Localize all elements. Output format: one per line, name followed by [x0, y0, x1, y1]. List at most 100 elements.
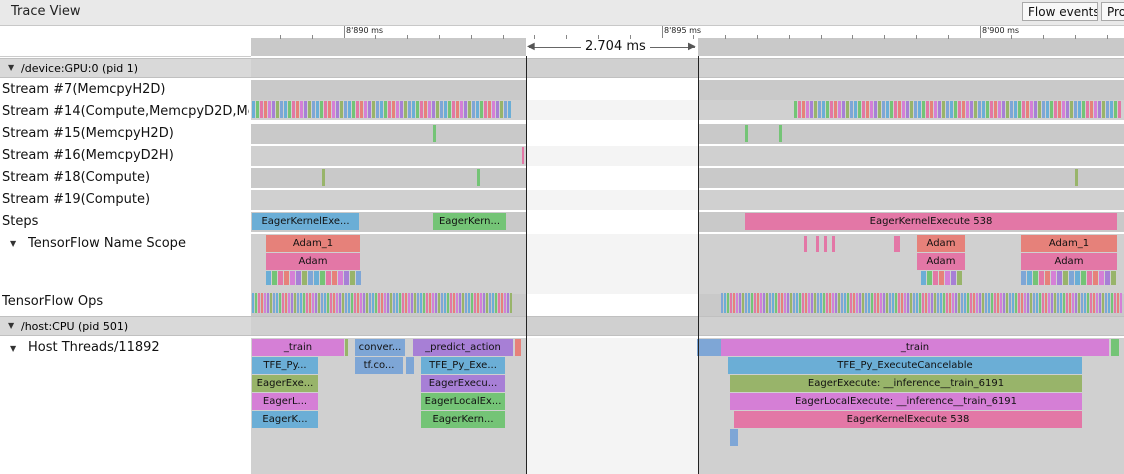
event-stripe[interactable]: [450, 293, 452, 313]
event-stripe[interactable]: [1072, 293, 1074, 313]
event-stripe[interactable]: [1051, 293, 1053, 313]
event-stripe[interactable]: [351, 293, 353, 313]
event-stripe[interactable]: [1039, 271, 1044, 285]
event-stripe[interactable]: [871, 293, 873, 313]
event-stripe[interactable]: [1066, 101, 1069, 118]
event-stripe[interactable]: [931, 293, 933, 313]
event-stripe[interactable]: [1075, 271, 1080, 285]
event-stripe[interactable]: [823, 293, 825, 313]
event-stripe[interactable]: [352, 101, 355, 118]
event-stripe[interactable]: [1090, 101, 1093, 118]
event-stripe[interactable]: [1102, 101, 1105, 118]
event-stripe[interactable]: [1030, 101, 1033, 118]
slice-steps[interactable]: EagerKernelExecute 538: [745, 213, 1117, 230]
slice-host[interactable]: EagerExecu...: [421, 375, 505, 392]
event-stripe[interactable]: [312, 293, 314, 313]
event-stripe[interactable]: [376, 101, 379, 118]
event-stripe[interactable]: [508, 101, 511, 118]
event-stripe[interactable]: [832, 293, 834, 313]
event-stripe[interactable]: [804, 236, 807, 252]
event-stripe[interactable]: [1074, 101, 1077, 118]
event-stripe[interactable]: [390, 293, 392, 313]
event-stripe[interactable]: [360, 101, 363, 118]
event-stripe[interactable]: [1111, 271, 1116, 285]
event-stripe[interactable]: [515, 339, 521, 356]
event-stripe[interactable]: [794, 101, 797, 118]
event-stripe[interactable]: [1093, 271, 1098, 285]
event-stripe[interactable]: [296, 271, 301, 285]
slice-host[interactable]: _train: [252, 339, 344, 356]
event-stripe[interactable]: [441, 293, 443, 313]
event-stripe[interactable]: [279, 293, 281, 313]
event-stripe[interactable]: [288, 293, 290, 313]
event-stripe[interactable]: [784, 293, 786, 313]
event-stripe[interactable]: [834, 101, 837, 118]
slice-host[interactable]: TFE_Py_Exe...: [421, 357, 505, 374]
event-stripe[interactable]: [1110, 101, 1113, 118]
event-stripe[interactable]: [384, 293, 386, 313]
event-stripe[interactable]: [1062, 101, 1065, 118]
event-stripe[interactable]: [1006, 293, 1008, 313]
event-stripe[interactable]: [285, 293, 287, 313]
event-stripe[interactable]: [495, 293, 497, 313]
slice-steps[interactable]: EagerKernelExe...: [252, 213, 359, 230]
event-stripe[interactable]: [1039, 293, 1041, 313]
event-stripe[interactable]: [806, 101, 809, 118]
event-stripe[interactable]: [954, 101, 957, 118]
event-stripe[interactable]: [1034, 101, 1037, 118]
event-stripe[interactable]: [388, 101, 391, 118]
event-stripe[interactable]: [312, 101, 315, 118]
event-stripe[interactable]: [368, 101, 371, 118]
event-stripe[interactable]: [916, 293, 918, 313]
event-stripe[interactable]: [982, 101, 985, 118]
event-stripe[interactable]: [810, 101, 813, 118]
event-stripe[interactable]: [300, 101, 303, 118]
event-stripe[interactable]: [922, 101, 925, 118]
slice-host[interactable]: conver...: [355, 339, 405, 356]
event-stripe[interactable]: [945, 271, 950, 285]
event-stripe[interactable]: [1057, 293, 1059, 313]
event-stripe[interactable]: [829, 293, 831, 313]
event-stripe[interactable]: [504, 293, 506, 313]
event-stripe[interactable]: [830, 101, 833, 118]
event-stripe[interactable]: [1010, 101, 1013, 118]
event-stripe[interactable]: [324, 293, 326, 313]
event-stripe[interactable]: [267, 293, 269, 313]
slice-host[interactable]: TFE_Py_ExecuteCancelable: [728, 357, 1082, 374]
event-stripe[interactable]: [292, 101, 295, 118]
event-stripe[interactable]: [976, 293, 978, 313]
event-stripe[interactable]: [1014, 101, 1017, 118]
event-stripe[interactable]: [280, 101, 283, 118]
event-stripe[interactable]: [1057, 271, 1062, 285]
event-stripe[interactable]: [486, 293, 488, 313]
event-stripe[interactable]: [850, 101, 853, 118]
event-stripe[interactable]: [1063, 293, 1065, 313]
event-stripe[interactable]: [284, 101, 287, 118]
event-stripe[interactable]: [901, 293, 903, 313]
event-stripe[interactable]: [1058, 101, 1061, 118]
event-stripe[interactable]: [930, 101, 933, 118]
event-stripe[interactable]: [252, 293, 254, 313]
event-stripe[interactable]: [496, 101, 499, 118]
slice-host[interactable]: tf.co...: [355, 357, 403, 374]
event-stripe[interactable]: [1114, 101, 1117, 118]
event-stripe[interactable]: [433, 125, 436, 142]
event-stripe[interactable]: [1026, 101, 1029, 118]
event-stripe[interactable]: [400, 101, 403, 118]
event-stripe[interactable]: [1087, 293, 1089, 313]
event-stripe[interactable]: [316, 101, 319, 118]
event-stripe[interactable]: [345, 339, 348, 356]
event-stripe[interactable]: [937, 293, 939, 313]
event-stripe[interactable]: [380, 101, 383, 118]
event-stripe[interactable]: [874, 293, 876, 313]
event-stripe[interactable]: [324, 101, 327, 118]
event-stripe[interactable]: [1111, 293, 1113, 313]
event-stripe[interactable]: [484, 101, 487, 118]
event-stripe[interactable]: [994, 293, 996, 313]
event-stripe[interactable]: [500, 101, 503, 118]
event-stripe[interactable]: [998, 101, 1001, 118]
event-stripe[interactable]: [933, 271, 938, 285]
event-stripe[interactable]: [1078, 101, 1081, 118]
slice-name-scope[interactable]: Adam: [917, 253, 965, 270]
slice-host[interactable]: TFE_Py...: [252, 357, 318, 374]
